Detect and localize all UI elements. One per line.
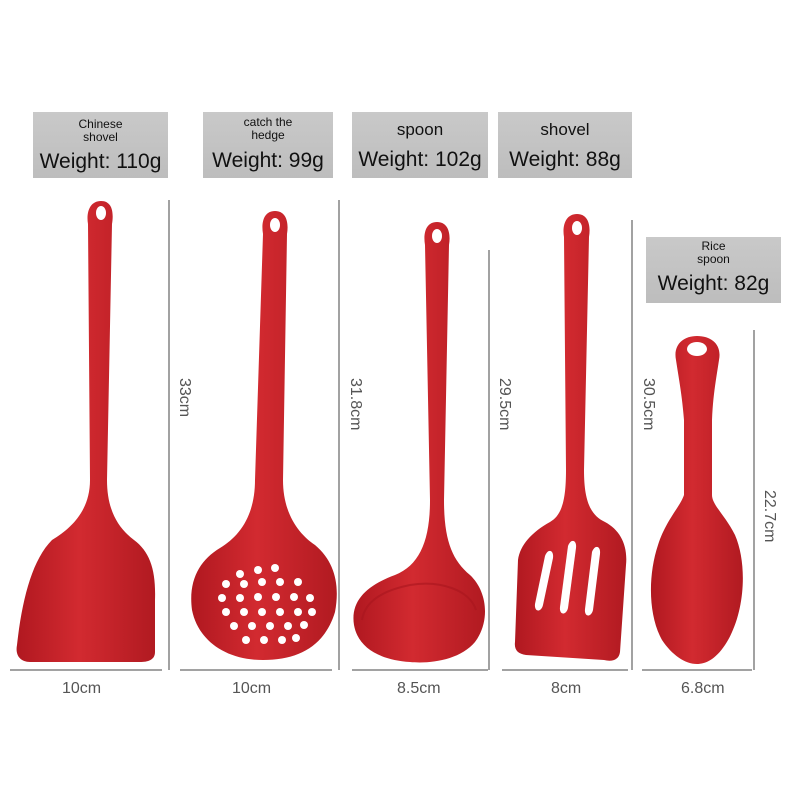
width-label-chinese-shovel: 10cm: [62, 680, 102, 697]
height-label-catch-the-hedge: 31.8cm: [347, 378, 364, 431]
width-label-shovel: 8cm: [551, 680, 582, 697]
hanging-hole-icon: [432, 229, 442, 243]
ladle-utensil: [353, 222, 486, 663]
height-label-rice-spoon: 22.7cm: [761, 490, 778, 543]
hanging-hole-icon: [270, 218, 280, 232]
chinese-shovel-utensil: [16, 201, 156, 662]
width-label-spoon: 8.5cm: [397, 680, 441, 697]
height-label-shovel: 30.5cm: [640, 378, 657, 431]
skimmer-utensil: [191, 211, 337, 660]
height-label-spoon: 29.5cm: [496, 378, 513, 431]
hanging-hole-icon: [96, 206, 106, 220]
width-label-catch-the-hedge: 10cm: [232, 680, 272, 697]
width-label-rice-spoon: 6.8cm: [681, 680, 725, 697]
hanging-hole-icon: [572, 221, 582, 235]
height-label-chinese-shovel: 33cm: [176, 378, 193, 418]
hanging-hole-icon: [687, 342, 707, 356]
rice-paddle-utensil: [650, 336, 743, 664]
slotted-turner-utensil: [514, 214, 627, 661]
